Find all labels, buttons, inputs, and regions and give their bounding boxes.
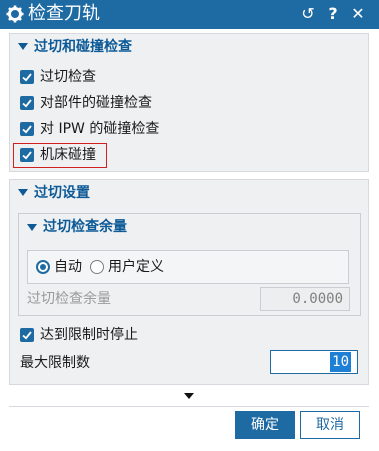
close-icon[interactable]: ✕ bbox=[348, 3, 368, 25]
label-gouge-check: 过切检查 bbox=[40, 69, 96, 85]
cancel-button[interactable]: 取消 bbox=[300, 411, 360, 439]
label-max-limit: 最大限制数 bbox=[20, 355, 90, 371]
collapse-triangle-icon[interactable] bbox=[18, 189, 28, 196]
max-limit-value: 10 bbox=[330, 352, 351, 372]
help-icon[interactable]: ? bbox=[323, 3, 343, 25]
reset-icon[interactable]: ↺ bbox=[298, 3, 318, 25]
section-gouge-collision: 过切和碰撞检查 过切检查 对部件的碰撞检查 对 IPW 的碰撞检查 机床碰撞 bbox=[9, 33, 369, 172]
radio-auto[interactable] bbox=[36, 260, 50, 274]
section-gouge-settings: 过切设置 过切检查余量 自动 用户定义 过切检查余量 0.0000 达到限制时停… bbox=[9, 179, 369, 385]
check-icon bbox=[22, 73, 32, 82]
checkbox-part-collision[interactable] bbox=[20, 96, 34, 110]
check-icon bbox=[22, 331, 32, 340]
gear-icon bbox=[6, 5, 24, 23]
collapse-triangle-icon[interactable] bbox=[18, 43, 28, 50]
check-icon bbox=[22, 151, 32, 160]
max-limit-input[interactable]: 10 bbox=[270, 350, 358, 374]
divider bbox=[9, 406, 369, 407]
checkbox-gouge-check[interactable] bbox=[20, 70, 34, 84]
checkbox-ipw-collision[interactable] bbox=[20, 122, 34, 136]
expand-more[interactable] bbox=[9, 386, 369, 406]
radio-custom[interactable] bbox=[90, 260, 104, 274]
section-title: 过切和碰撞检查 bbox=[34, 39, 132, 55]
expand-down-icon[interactable] bbox=[184, 393, 194, 399]
check-icon bbox=[22, 99, 32, 108]
subsection-tolerance: 过切检查余量 自动 用户定义 过切检查余量 0.0000 bbox=[18, 213, 361, 316]
section-header-settings[interactable]: 过切设置 bbox=[10, 180, 368, 206]
checkbox-machine-collision[interactable] bbox=[20, 148, 34, 162]
ok-button[interactable]: 确定 bbox=[235, 411, 295, 439]
radio-group: 自动 用户定义 bbox=[27, 250, 349, 284]
label-tolerance: 过切检查余量 bbox=[27, 291, 111, 307]
label-part-collision: 对部件的碰撞检查 bbox=[40, 95, 152, 111]
label-radio-custom: 用户定义 bbox=[108, 259, 164, 275]
subsection-title[interactable]: 过切检查余量 bbox=[43, 218, 127, 236]
section-title: 过切设置 bbox=[34, 185, 90, 201]
label-radio-auto: 自动 bbox=[54, 259, 82, 275]
label-stop-at-limit: 达到限制时停止 bbox=[40, 327, 138, 343]
collapse-triangle-icon[interactable] bbox=[27, 224, 37, 231]
tolerance-field: 0.0000 bbox=[260, 287, 350, 311]
window-title: 检查刀轨 bbox=[28, 3, 100, 24]
section-header-gouge[interactable]: 过切和碰撞检查 bbox=[10, 34, 368, 60]
check-icon bbox=[22, 125, 32, 134]
title-bar: 检查刀轨 ↺ ? ✕ bbox=[0, 0, 379, 29]
label-machine-collision: 机床碰撞 bbox=[40, 147, 96, 163]
label-ipw-collision: 对 IPW 的碰撞检查 bbox=[40, 121, 160, 137]
checkbox-stop-at-limit[interactable] bbox=[20, 328, 34, 342]
